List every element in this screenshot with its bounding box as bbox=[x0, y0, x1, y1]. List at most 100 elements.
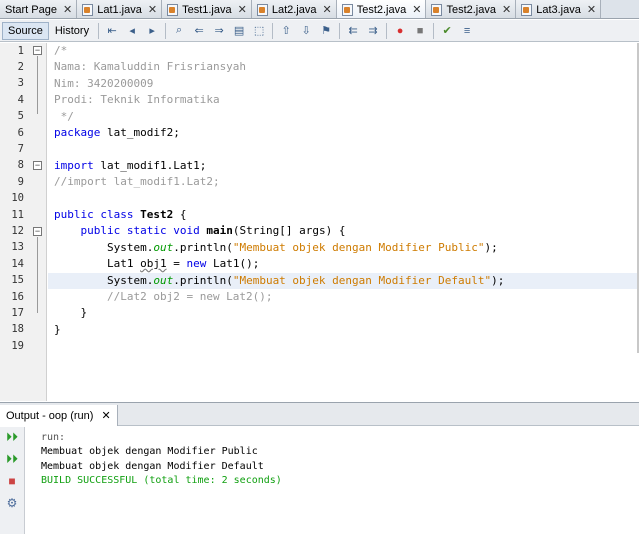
editor-tab-bar: Start Page ✕ Lat1.java ✕ Test1.java ✕ La… bbox=[0, 0, 639, 19]
close-icon[interactable]: ✕ bbox=[412, 3, 421, 16]
output-line: Membuat objek dengan Modifier Public bbox=[41, 446, 258, 457]
code-line[interactable]: } bbox=[54, 322, 61, 338]
java-file-icon bbox=[82, 3, 94, 16]
line-number: 7 bbox=[17, 143, 24, 155]
code-line[interactable]: Prodi: Teknik Informatika bbox=[54, 92, 220, 108]
code-line[interactable]: public static void main(String[] args) { bbox=[54, 223, 346, 239]
toggle-rect-selection-icon[interactable]: ⬚ bbox=[251, 23, 267, 39]
line-number: 19 bbox=[11, 340, 24, 352]
fold-collapse-icon[interactable]: − bbox=[33, 161, 42, 170]
java-file-icon bbox=[431, 3, 443, 16]
line-number: 3 bbox=[17, 77, 24, 89]
toolbar-separator bbox=[339, 22, 341, 39]
comment-icon[interactable]: ✔ bbox=[439, 23, 455, 39]
close-icon[interactable]: ✕ bbox=[101, 409, 110, 422]
close-icon[interactable]: ✕ bbox=[63, 3, 72, 16]
toolbar-separator bbox=[433, 22, 435, 39]
stop-macro-icon[interactable]: ■ bbox=[412, 23, 428, 39]
line-number: 12 bbox=[11, 225, 24, 237]
tab-label: Test2.java bbox=[446, 3, 496, 16]
find-icon[interactable]: ⌕ bbox=[171, 23, 187, 39]
toggle-highlight-icon[interactable]: ▤ bbox=[231, 23, 247, 39]
tab-test1-java[interactable]: Test1.java ✕ bbox=[162, 0, 252, 18]
start-macro-icon[interactable]: ● bbox=[392, 23, 408, 39]
output-line: BUILD SUCCESSFUL (total time: 2 seconds) bbox=[41, 475, 282, 486]
last-edit-icon[interactable]: ⇤ bbox=[104, 23, 120, 39]
output-console[interactable]: run: Membuat objek dengan Modifier Publi… bbox=[26, 427, 639, 534]
tab-output-run[interactable]: Output - oop (run) ✕ bbox=[0, 405, 118, 426]
java-file-icon bbox=[521, 3, 533, 16]
fold-collapse-icon[interactable]: − bbox=[33, 46, 42, 55]
line-number: 13 bbox=[11, 241, 24, 253]
fold-guide-line bbox=[37, 237, 38, 313]
java-file-icon bbox=[341, 3, 353, 16]
close-icon[interactable]: ✕ bbox=[148, 3, 157, 16]
stop-icon[interactable]: ■ bbox=[5, 474, 19, 488]
source-button[interactable]: Source bbox=[2, 21, 49, 40]
line-number: 17 bbox=[11, 307, 24, 319]
tab-lat1-java[interactable]: Lat1.java ✕ bbox=[77, 0, 163, 18]
back-icon[interactable]: ◂ bbox=[124, 23, 140, 39]
fold-collapse-icon[interactable]: − bbox=[33, 227, 42, 236]
tab-start-page[interactable]: Start Page ✕ bbox=[0, 0, 78, 18]
tab-label: Test2.java bbox=[356, 3, 407, 16]
tab-label: Start Page bbox=[5, 3, 57, 16]
code-line[interactable]: //Lat2 obj2 = new Lat2(); bbox=[54, 289, 273, 305]
tab-test2-java[interactable]: Test2.java ✕ bbox=[426, 0, 517, 18]
line-number: 16 bbox=[11, 291, 24, 303]
forward-icon[interactable]: ▸ bbox=[144, 23, 160, 39]
line-number: 8 bbox=[17, 159, 24, 171]
rerun-icon[interactable]: ⏵⏵ bbox=[5, 430, 19, 444]
uncomment-icon[interactable]: ≡ bbox=[459, 23, 475, 39]
line-number: 18 bbox=[11, 323, 24, 335]
line-number: 2 bbox=[17, 61, 24, 73]
line-number: 14 bbox=[11, 258, 24, 270]
close-icon[interactable]: ✕ bbox=[587, 3, 596, 16]
output-tab-bar: Output - oop (run) ✕ bbox=[0, 402, 639, 426]
code-line[interactable]: import lat_modif1.Lat1; bbox=[54, 158, 206, 174]
line-number: 9 bbox=[17, 176, 24, 188]
line-number: 11 bbox=[11, 209, 24, 221]
tab-lat3-java[interactable]: Lat3.java ✕ bbox=[516, 0, 602, 18]
code-line[interactable]: System.out.println("Membuat objek dengan… bbox=[54, 240, 498, 256]
close-icon[interactable]: ✕ bbox=[322, 3, 331, 16]
toolbar-separator bbox=[98, 22, 100, 39]
code-line[interactable]: System.out.println("Membuat objek dengan… bbox=[54, 273, 504, 289]
code-line[interactable]: */ bbox=[54, 109, 74, 125]
code-line[interactable]: package lat_modif2; bbox=[54, 125, 180, 141]
line-number: 10 bbox=[11, 192, 24, 204]
tab-label: Lat2.java bbox=[271, 3, 317, 16]
code-line[interactable]: /* bbox=[54, 43, 67, 59]
settings-icon[interactable]: ⚙ bbox=[5, 496, 19, 510]
toolbar-separator bbox=[272, 22, 274, 39]
close-icon[interactable]: ✕ bbox=[238, 3, 247, 16]
line-number: 4 bbox=[17, 94, 24, 106]
line-number-gutter: 1 2 3 4 5 6 7 8 9 10 11 12 13 14 15 16 1… bbox=[0, 43, 47, 401]
shift-left-icon[interactable]: ⇇ bbox=[345, 23, 361, 39]
line-number: 6 bbox=[17, 127, 24, 139]
code-line[interactable]: Lat1 obj1 = new Lat1(); bbox=[54, 256, 259, 272]
output-tab-label: Output - oop (run) bbox=[6, 409, 94, 422]
toolbar-separator bbox=[165, 22, 167, 39]
toolbar-separator bbox=[386, 22, 388, 39]
tab-test2-java-active[interactable]: Test2.java ✕ bbox=[336, 0, 427, 18]
code-editor[interactable]: 1 2 3 4 5 6 7 8 9 10 11 12 13 14 15 16 1… bbox=[0, 43, 639, 401]
close-icon[interactable]: ✕ bbox=[502, 3, 511, 16]
shift-right-icon[interactable]: ⇉ bbox=[365, 23, 381, 39]
code-line[interactable]: //import lat_modif1.Lat2; bbox=[54, 174, 220, 190]
tab-label: Lat3.java bbox=[536, 3, 581, 16]
code-line[interactable]: } bbox=[54, 305, 87, 321]
output-side-toolbar: ⏵⏵ ⏵⏵ ■ ⚙ bbox=[0, 427, 25, 534]
next-bookmark-icon[interactable]: ⇩ bbox=[298, 23, 314, 39]
toggle-bookmark-icon[interactable]: ⚑ bbox=[318, 23, 334, 39]
history-button[interactable]: History bbox=[49, 22, 95, 40]
find-next-icon[interactable]: ⇒ bbox=[211, 23, 227, 39]
rerun-with-params-icon[interactable]: ⏵⏵ bbox=[5, 452, 19, 466]
find-previous-icon[interactable]: ⇐ bbox=[191, 23, 207, 39]
code-line[interactable]: Nim: 3420200009 bbox=[54, 76, 153, 92]
code-line[interactable]: public class Test2 { bbox=[54, 207, 187, 223]
tab-lat2-java[interactable]: Lat2.java ✕ bbox=[251, 0, 337, 18]
previous-bookmark-icon[interactable]: ⇧ bbox=[278, 23, 294, 39]
code-line[interactable]: Nama: Kamaluddin Frisriansyah bbox=[54, 59, 246, 75]
output-line: run: bbox=[41, 432, 66, 443]
